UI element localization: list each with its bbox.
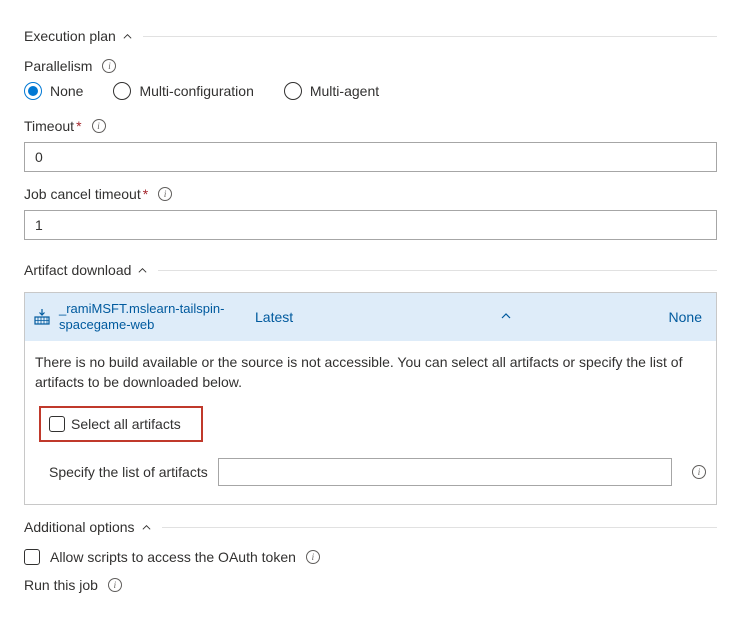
oauth-token-checkbox[interactable]: Allow scripts to access the OAuth token … [24,549,717,565]
radio-icon [24,82,42,100]
build-download-icon [33,308,51,326]
specify-artifacts-input[interactable] [218,458,672,486]
checkbox-icon [49,416,65,432]
run-this-job-row: Run this job i [24,577,717,593]
radio-option-none[interactable]: None [24,82,83,100]
checkbox-icon [24,549,40,565]
info-icon[interactable]: i [692,465,706,479]
section-title: Artifact download [24,262,131,278]
job-cancel-timeout-input[interactable] [24,210,717,240]
oauth-token-label: Allow scripts to access the OAuth token [50,549,296,565]
artifact-version-cell: Latest [255,309,355,325]
select-all-artifacts-highlight: Select all artifacts [39,406,203,442]
radio-icon [113,82,131,100]
chevron-up-icon [122,31,133,42]
required-mark: * [76,118,81,134]
select-all-artifacts-checkbox[interactable]: Select all artifacts [49,416,181,432]
artifact-collapse-cell [355,309,656,325]
parallelism-label-row: Parallelism i [24,58,717,74]
info-icon[interactable]: i [102,59,116,73]
job-cancel-timeout-label-row: Job cancel timeout * i [24,186,717,202]
artifact-name-cell: _ramiMSFT.mslearn-tailspin-spacegame-web [25,301,255,332]
info-icon[interactable]: i [92,119,106,133]
section-title: Additional options [24,519,135,535]
artifact-none-cell: None [656,309,716,325]
divider [158,270,717,271]
section-header-artifact-download[interactable]: Artifact download [24,262,717,278]
radio-label: None [50,83,83,99]
radio-option-multi-agent[interactable]: Multi-agent [284,82,379,100]
section-title: Execution plan [24,28,116,44]
specify-artifacts-row: Specify the list of artifacts i [49,458,706,486]
required-mark: * [143,186,148,202]
section-header-additional-options[interactable]: Additional options [24,519,717,535]
info-icon[interactable]: i [306,550,320,564]
specify-artifacts-label: Specify the list of artifacts [49,464,208,480]
radio-label: Multi-configuration [139,83,253,99]
artifact-body: There is no build available or the sourc… [25,341,716,504]
artifact-no-build-message: There is no build available or the sourc… [35,353,706,392]
artifact-none-label: None [669,309,702,325]
run-this-job-label: Run this job [24,577,98,593]
parallelism-radio-group: None Multi-configuration Multi-agent [24,82,717,100]
parallelism-label: Parallelism [24,58,92,74]
radio-icon [284,82,302,100]
select-all-artifacts-label: Select all artifacts [71,416,181,432]
artifact-box: _ramiMSFT.mslearn-tailspin-spacegame-web… [24,292,717,505]
chevron-up-icon [500,309,512,325]
timeout-label: Timeout [24,118,74,134]
artifact-header-row[interactable]: _ramiMSFT.mslearn-tailspin-spacegame-web… [25,293,716,341]
artifact-name: _ramiMSFT.mslearn-tailspin-spacegame-web [59,301,255,332]
divider [162,527,717,528]
radio-label: Multi-agent [310,83,379,99]
job-cancel-timeout-label: Job cancel timeout [24,186,141,202]
artifact-version-label: Latest [255,309,293,325]
chevron-up-icon [141,522,152,533]
timeout-label-row: Timeout * i [24,118,717,134]
info-icon[interactable]: i [108,578,122,592]
timeout-input[interactable] [24,142,717,172]
info-icon[interactable]: i [158,187,172,201]
chevron-up-icon [137,265,148,276]
section-header-execution-plan[interactable]: Execution plan [24,28,717,44]
divider [143,36,717,37]
radio-option-multi-config[interactable]: Multi-configuration [113,82,253,100]
